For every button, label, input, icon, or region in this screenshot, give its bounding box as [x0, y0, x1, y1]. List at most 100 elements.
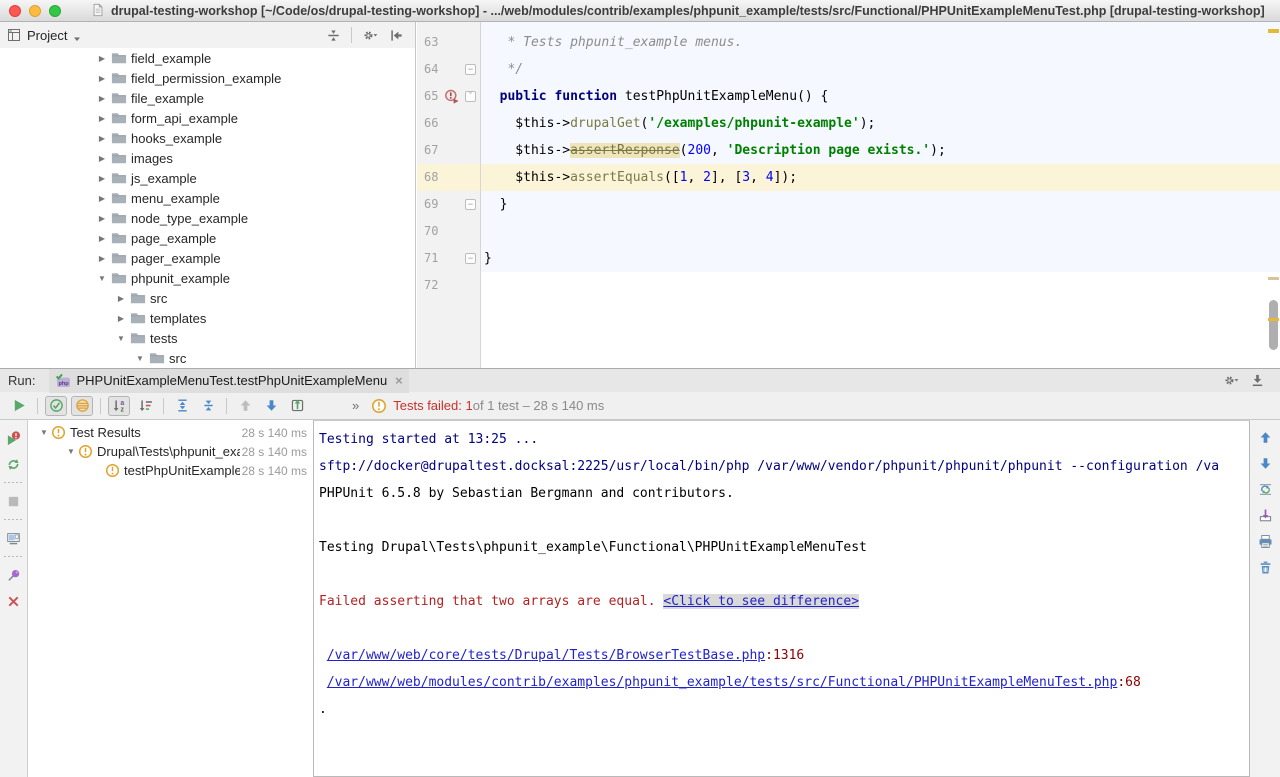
hide-project-panel-button[interactable]: [385, 25, 407, 45]
rerun-tests-button[interactable]: [8, 396, 30, 416]
editor-code-area[interactable]: * Tests phpunit_example menus. */ public…: [481, 22, 1280, 368]
gutter-row: 67: [417, 137, 480, 164]
chevron-down-icon[interactable]: ▼: [133, 354, 147, 363]
console-text: [319, 675, 327, 690]
project-tree-item[interactable]: ▶field_example: [0, 48, 415, 68]
chevron-down-icon[interactable]: [73, 31, 81, 39]
project-tree-item[interactable]: ▶node_type_example: [0, 208, 415, 228]
project-pane-icon: [6, 27, 22, 43]
project-options-button[interactable]: [359, 25, 381, 45]
run-panel-options-button[interactable]: [1220, 371, 1242, 391]
project-tree-item[interactable]: ▶hooks_example: [0, 128, 415, 148]
scroll-to-end-button[interactable]: [1254, 505, 1276, 525]
chevron-right-icon[interactable]: ▶: [95, 214, 109, 223]
hide-run-panel-button[interactable]: [1246, 371, 1268, 391]
code-token: $this->: [484, 143, 570, 158]
chevron-down-icon[interactable]: ▼: [95, 274, 109, 283]
scroll-from-source-button[interactable]: [322, 25, 344, 45]
fold-marker-icon[interactable]: −: [465, 64, 476, 75]
diff-link[interactable]: <Click to see difference>: [663, 594, 859, 609]
next-failed-test-button[interactable]: [260, 396, 282, 416]
project-tree-item[interactable]: ▶images: [0, 148, 415, 168]
minimize-window-button[interactable]: [29, 5, 41, 17]
chevron-right-icon[interactable]: ▶: [95, 154, 109, 163]
project-tree-item[interactable]: ▶form_api_example: [0, 108, 415, 128]
error-stripe-mark[interactable]: [1268, 277, 1279, 280]
collapse-all-button[interactable]: [197, 396, 219, 416]
project-tree-item[interactable]: ▼tests: [0, 328, 415, 348]
down-the-stack-trace-button[interactable]: [1254, 453, 1276, 473]
error-stripe-mark[interactable]: [1268, 318, 1279, 321]
project-tree-item[interactable]: ▼phpunit_example: [0, 268, 415, 288]
project-panel-title[interactable]: Project: [27, 28, 67, 43]
rerun-failed-tests-button[interactable]: [3, 428, 25, 448]
project-tree-item[interactable]: ▼src: [0, 348, 415, 368]
scrollbar-thumb[interactable]: [1269, 300, 1278, 350]
test-failed-run-icon[interactable]: [444, 89, 460, 105]
print-button[interactable]: [1254, 531, 1276, 551]
pin-tab-button[interactable]: [3, 565, 25, 585]
use-soft-wraps-button[interactable]: [1254, 479, 1276, 499]
fold-marker-icon[interactable]: ˇ: [465, 91, 476, 102]
project-tree-item[interactable]: ▶file_example: [0, 88, 415, 108]
code-editor[interactable]: 6364−65ˇ66676869−7071−72 * Tests phpunit…: [417, 22, 1280, 368]
stop-button[interactable]: [3, 491, 25, 511]
toggle-auto-test-button[interactable]: [3, 454, 25, 474]
chevron-right-icon[interactable]: ▶: [114, 294, 128, 303]
stacktrace-link[interactable]: /var/www/web/core/tests/Drupal/Tests/Bro…: [327, 648, 765, 663]
project-tree-item[interactable]: ▶src: [0, 288, 415, 308]
editor-scrollbar[interactable]: [1267, 22, 1280, 368]
project-tree-item[interactable]: ▶menu_example: [0, 188, 415, 208]
code-token: ([: [664, 170, 680, 185]
close-tab-icon[interactable]: ×: [395, 373, 403, 388]
chevron-right-icon[interactable]: ▶: [95, 114, 109, 123]
project-tree-item[interactable]: ▶pager_example: [0, 248, 415, 268]
line-number: 69: [424, 191, 446, 218]
fold-marker-icon[interactable]: −: [465, 199, 476, 210]
chevron-right-icon[interactable]: ▶: [95, 254, 109, 263]
chevron-down-icon[interactable]: ▼: [37, 428, 51, 437]
run-tab[interactable]: php PHPUnitExampleMenuTest.testPhpUnitEx…: [49, 369, 408, 393]
code-token: '/examples/phpunit-example': [648, 116, 859, 131]
project-tree-item-label: templates: [150, 311, 206, 326]
sort-alphabetically-button[interactable]: az: [108, 396, 130, 416]
close-window-button[interactable]: [9, 5, 21, 17]
project-tree-item[interactable]: ▶js_example: [0, 168, 415, 188]
error-stripe-mark[interactable]: [1268, 29, 1279, 33]
line-number: 70: [424, 218, 446, 245]
expand-all-button[interactable]: [171, 396, 193, 416]
project-tree-item[interactable]: ▶ templates: [0, 308, 415, 328]
code-token: ], [: [711, 170, 742, 185]
chevron-right-icon[interactable]: ▶: [95, 54, 109, 63]
toolbar-separator: [4, 482, 24, 483]
chevron-right-icon[interactable]: ▶: [95, 74, 109, 83]
chevron-down-icon[interactable]: ▼: [114, 334, 128, 343]
test-runner-layout-button[interactable]: [3, 528, 25, 548]
test-tree-row[interactable]: testPhpUnitExampleMe28 s 140 ms: [29, 461, 312, 480]
chevron-right-icon[interactable]: ▶: [95, 134, 109, 143]
show-passed-button[interactable]: [45, 396, 67, 416]
chevron-right-icon[interactable]: ▶: [114, 314, 128, 323]
project-tree-item[interactable]: ▶field_permission_example: [0, 68, 415, 88]
project-tree-item[interactable]: ▶page_example: [0, 228, 415, 248]
test-tree-row[interactable]: ▼Drupal\Tests\phpunit_exa28 s 140 ms: [29, 442, 312, 461]
fold-marker-icon[interactable]: −: [465, 253, 476, 264]
close-run-panel-button[interactable]: [3, 591, 25, 611]
sort-by-duration-button[interactable]: [134, 396, 156, 416]
code-token: 4: [766, 170, 774, 185]
test-failed-warning-icon: [51, 425, 66, 440]
up-the-stack-trace-button[interactable]: [1254, 427, 1276, 447]
chevron-right-icon[interactable]: ▶: [95, 94, 109, 103]
chevron-right-icon[interactable]: ▶: [95, 174, 109, 183]
show-ignored-button[interactable]: [71, 396, 93, 416]
chevron-right-icon[interactable]: ▶: [95, 194, 109, 203]
stacktrace-link[interactable]: /var/www/web/modules/contrib/examples/ph…: [327, 675, 1118, 690]
previous-failed-test-button[interactable]: [234, 396, 256, 416]
chevron-right-icon[interactable]: ▶: [95, 234, 109, 243]
import-test-results-button[interactable]: [286, 396, 308, 416]
zoom-window-button[interactable]: [49, 5, 61, 17]
clear-all-button[interactable]: [1254, 557, 1276, 577]
test-console-output[interactable]: Testing started at 13:25 ...sftp://docke…: [313, 420, 1250, 777]
test-tree-row[interactable]: ▼Test Results28 s 140 ms: [29, 423, 312, 442]
chevron-down-icon[interactable]: ▼: [64, 447, 78, 456]
